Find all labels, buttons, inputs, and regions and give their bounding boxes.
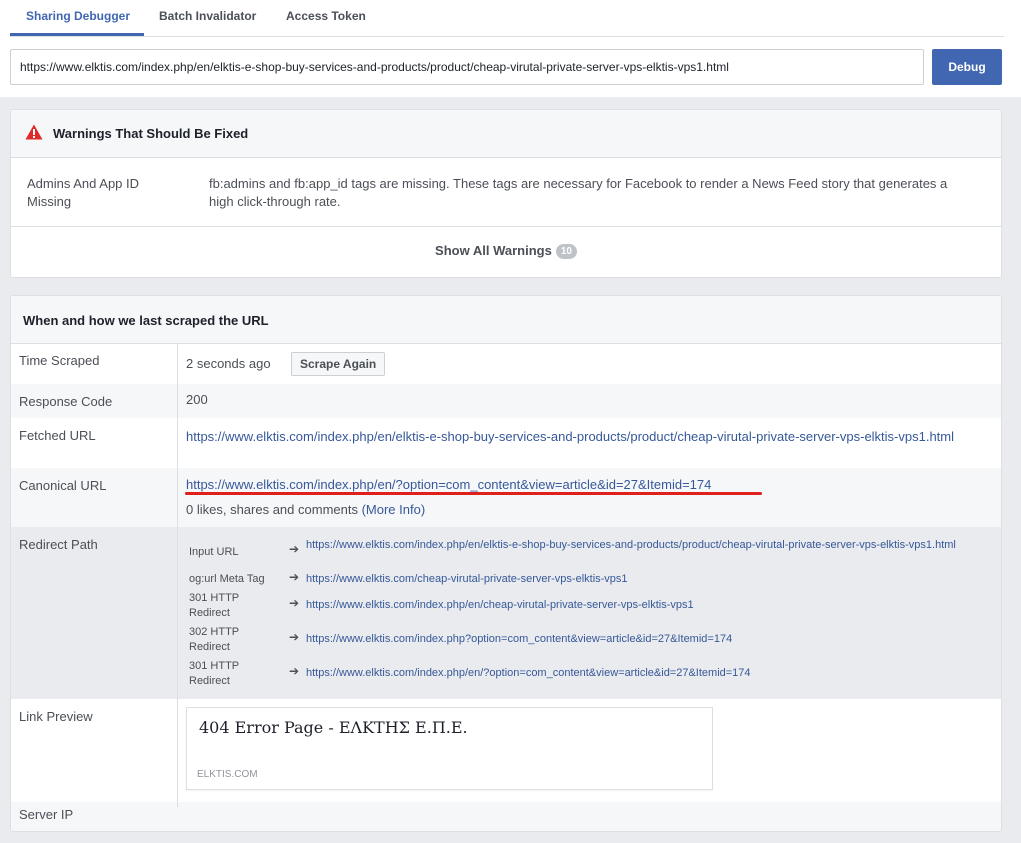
server-ip-row: Server IP (11, 802, 1001, 831)
link-preview-label: Link Preview (19, 709, 93, 724)
time-scraped-label: Time Scraped (19, 353, 100, 368)
warnings-header: Warnings That Should Be Fixed (11, 110, 1001, 158)
redirect-path-label: Redirect Path (19, 537, 98, 552)
tab-sharing-debugger[interactable]: Sharing Debugger (26, 9, 130, 23)
preview-domain: ELKTIS.COM (197, 769, 258, 780)
arrow-right-icon: ➔ (289, 570, 300, 584)
response-code-row: Response Code 200 (11, 384, 1001, 418)
top-bar: Sharing Debugger Batch Invalidator Acces… (0, 0, 1021, 97)
scrape-info-card: When and how we last scraped the URL Tim… (10, 295, 1002, 832)
redirect-step-url[interactable]: https://www.elktis.com/cheap-virutal-pri… (306, 572, 986, 587)
response-code-label: Response Code (19, 394, 113, 409)
arrow-right-icon: ➔ (289, 542, 300, 556)
redirect-path-row: Redirect Path Input URL ➔ https://www.el… (11, 527, 1001, 699)
show-all-warnings-button[interactable]: Show All Warnings 10 (11, 243, 1001, 259)
scrape-again-button[interactable]: Scrape Again (291, 352, 386, 376)
redirect-step-url[interactable]: https://www.elktis.com/index.php/en/elkt… (306, 538, 986, 553)
warnings-title: Warnings That Should Be Fixed (53, 126, 249, 141)
scrape-title: When and how we last scraped the URL (23, 313, 269, 328)
arrow-right-icon: ➔ (289, 630, 300, 644)
divider (11, 226, 1001, 227)
fetched-url-link[interactable]: https://www.elktis.com/index.php/en/elkt… (186, 428, 976, 445)
canonical-url-label: Canonical URL (19, 478, 107, 493)
arrow-right-icon: ➔ (289, 664, 300, 678)
fetched-url-label: Fetched URL (19, 428, 96, 443)
likes-summary: 0 likes, shares and comments (More Info) (186, 502, 425, 517)
preview-title: 404 Error Page - ΕΛΚΤΗΣ Ε.Π.Ε. (199, 718, 468, 737)
warning-text: fb:admins and fb:app_id tags are missing… (209, 176, 948, 209)
redirect-step-label: Input URL (189, 546, 239, 558)
redirect-step-label: 301 HTTP Redirect (189, 592, 239, 619)
warnings-card: Warnings That Should Be Fixed Admins And… (10, 109, 1002, 278)
debug-button[interactable]: Debug (932, 49, 1002, 85)
redirect-step-url[interactable]: https://www.elktis.com/index.php?option=… (306, 632, 986, 647)
canonical-url-row: Canonical URL https://www.elktis.com/ind… (11, 468, 1001, 527)
response-code-value: 200 (186, 392, 208, 407)
more-info-link[interactable]: (More Info) (362, 502, 426, 517)
arrow-right-icon: ➔ (289, 596, 300, 610)
time-scraped-value: 2 seconds ago (186, 356, 271, 371)
show-all-warnings-label: Show All Warnings (435, 243, 552, 258)
url-input[interactable] (10, 49, 924, 85)
tab-bar: Sharing Debugger Batch Invalidator Acces… (10, 0, 1004, 37)
column-divider (177, 344, 178, 807)
redirect-step-label: 301 HTTP Redirect (189, 660, 239, 687)
canonical-url-link[interactable]: https://www.elktis.com/index.php/en/?opt… (186, 477, 711, 492)
server-ip-label: Server IP (19, 807, 74, 822)
warning-label: Admins And App ID Missing (27, 176, 140, 209)
tab-batch-invalidator[interactable]: Batch Invalidator (159, 9, 256, 23)
annotation-underline (185, 492, 762, 495)
likes-text: 0 likes, shares and comments (186, 502, 358, 517)
warnings-count-badge: 10 (555, 244, 577, 259)
active-tab-indicator (10, 33, 144, 36)
scrape-header: When and how we last scraped the URL (11, 296, 1001, 344)
redirect-step-label: og:url Meta Tag (189, 573, 265, 585)
redirect-step-label: 302 HTTP Redirect (189, 626, 239, 653)
redirect-step-url[interactable]: https://www.elktis.com/index.php/en/?opt… (306, 666, 986, 681)
link-preview-card[interactable]: 404 Error Page - ΕΛΚΤΗΣ Ε.Π.Ε. ELKTIS.CO… (186, 707, 713, 790)
tab-access-token[interactable]: Access Token (286, 9, 366, 23)
time-scraped-row: Time Scraped 2 seconds ago Scrape Again (11, 344, 1001, 384)
fetched-url-row: Fetched URL https://www.elktis.com/index… (11, 418, 1001, 468)
warning-triangle-icon (25, 124, 43, 140)
redirect-step-url[interactable]: https://www.elktis.com/index.php/en/chea… (306, 598, 986, 613)
